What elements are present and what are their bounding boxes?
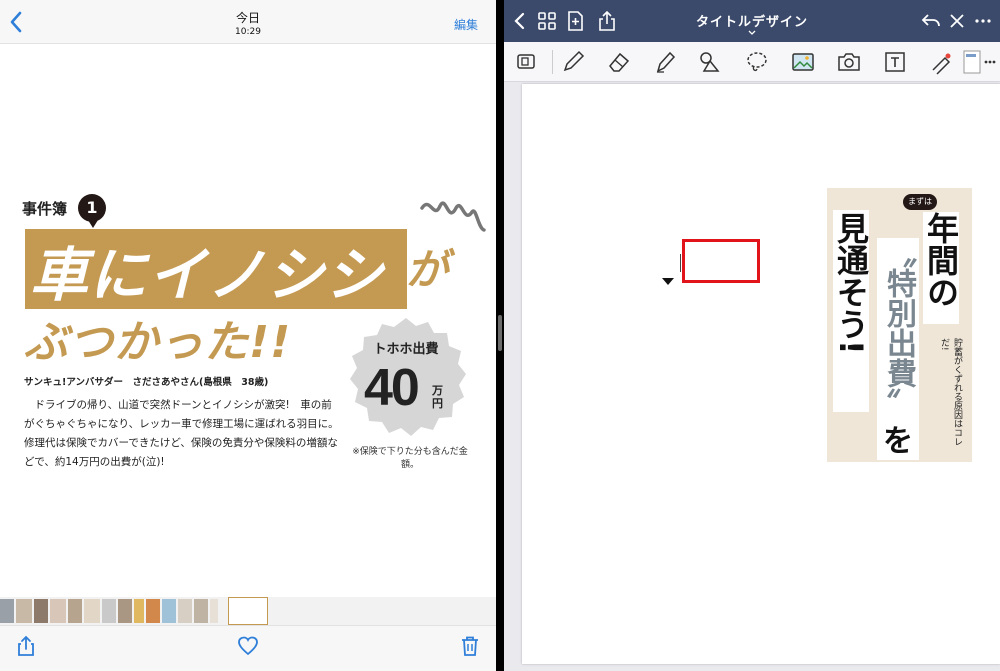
thumbnail[interactable] [50, 599, 66, 623]
cover-line-year: 年間の [922, 212, 960, 324]
undo-icon[interactable] [920, 10, 942, 32]
photos-date-title: 今日 [235, 11, 260, 25]
menu-separator [680, 254, 681, 272]
image-icon[interactable] [790, 49, 816, 75]
magazine-cover-image[interactable]: まずは 年間の 〝特別出費〟 を 見通そう! 貯蓄がくずれる原因はコレだ! [827, 188, 972, 462]
headline-line-1: 車にイノシシ [30, 241, 385, 309]
thumbnail[interactable] [102, 599, 116, 623]
page-thumbnail-icon[interactable] [962, 49, 996, 75]
photos-nav-bar: 今日 10:29 編集 [0, 0, 496, 44]
thumbnail[interactable] [0, 599, 14, 623]
laser-icon[interactable] [928, 49, 954, 75]
notes-app: タイトルデザイン 拡大/縮小 ペースト まずは 年間の 〝特別出費〟 を 見通そ… [504, 0, 1000, 671]
close-icon[interactable] [946, 10, 968, 32]
split-view-handle[interactable] [498, 315, 502, 351]
notes-nav-bar: タイトルデザイン [504, 0, 1000, 42]
thumbnail-strip[interactable] [0, 597, 496, 625]
thumbnail[interactable] [16, 599, 32, 623]
camera-icon[interactable] [836, 49, 862, 75]
share-icon[interactable] [14, 634, 38, 658]
eraser-icon[interactable] [606, 49, 632, 75]
thumbnail[interactable] [210, 599, 218, 623]
page-view-icon[interactable] [514, 49, 540, 75]
thumbnail[interactable] [84, 599, 100, 623]
badge-unit: 万円 [432, 384, 443, 410]
edit-button[interactable]: 編集 [454, 16, 478, 33]
headline-particle: が [406, 245, 449, 294]
expense-badge: トホホ出費 40 万円 [344, 316, 468, 440]
more-icon[interactable] [972, 10, 994, 32]
thumbnail[interactable] [162, 599, 176, 623]
zoom-menu-item[interactable]: 拡大/縮小 [604, 248, 680, 278]
menu-pointer [662, 278, 674, 285]
thumbnail[interactable] [194, 599, 208, 623]
note-page[interactable]: 拡大/縮小 ペースト まずは 年間の 〝特別出費〟 を 見通そう! 貯蓄がくずれ… [522, 84, 1000, 664]
heart-icon[interactable] [236, 634, 260, 658]
thumbnail-selected[interactable] [228, 597, 268, 625]
cover-line-special: 〝特別出費〟 [877, 238, 919, 448]
cover-line-outlook: 見通そう! [832, 210, 870, 412]
lasso-icon[interactable] [744, 49, 770, 75]
magazine-page-photo: 事件簿 1 車にイノシシ が ぶつかった!! サンキュ!アンバサダー さださあや… [0, 44, 496, 596]
cover-subtitle: 貯蓄がくずれる原因はコレだ! [939, 338, 962, 446]
badge-amount: 40 [364, 359, 420, 417]
photos-app: 今日 10:29 編集 事件簿 1 車にイノシシ が ぶつかった!! サンキュ!… [0, 0, 496, 671]
photos-time: 10:29 [235, 27, 261, 37]
tool-separator [552, 50, 553, 74]
badge-label: トホホ出費 [373, 342, 439, 357]
cover-pill: まずは [903, 194, 937, 210]
headline-line-2: ぶつかった!! [24, 317, 292, 368]
shapes-icon[interactable] [696, 49, 722, 75]
photos-bottom-toolbar [0, 625, 496, 671]
thumbnail[interactable] [118, 599, 132, 623]
case-number-badge: 1 [78, 194, 106, 228]
split-view-divider[interactable] [496, 0, 504, 671]
tool-bar [504, 42, 1000, 82]
thumbnail[interactable] [178, 599, 192, 623]
chevron-down-icon[interactable] [748, 30, 756, 36]
thumbnail[interactable] [68, 599, 82, 623]
highlight-box [682, 239, 760, 283]
text-icon[interactable] [882, 49, 908, 75]
pen-icon[interactable] [560, 49, 586, 75]
byline: サンキュ!アンバサダー さださあやさん(島根県 38歳) [24, 377, 269, 388]
badge-note: ※保険で下りた分も含んだ金額。 [352, 447, 468, 470]
thumbnail[interactable] [134, 599, 144, 623]
cover-particle: を [877, 424, 919, 460]
case-label: 事件簿 [22, 200, 68, 218]
thumbnail[interactable] [146, 599, 160, 623]
highlighter-icon[interactable] [652, 49, 678, 75]
thumbnail[interactable] [34, 599, 48, 623]
trash-icon[interactable] [458, 634, 482, 658]
article-body: ドライブの帰り、山道で突然ドーンとイノシシが激突! 車の前がぐちゃぐちゃになり、… [24, 399, 339, 468]
